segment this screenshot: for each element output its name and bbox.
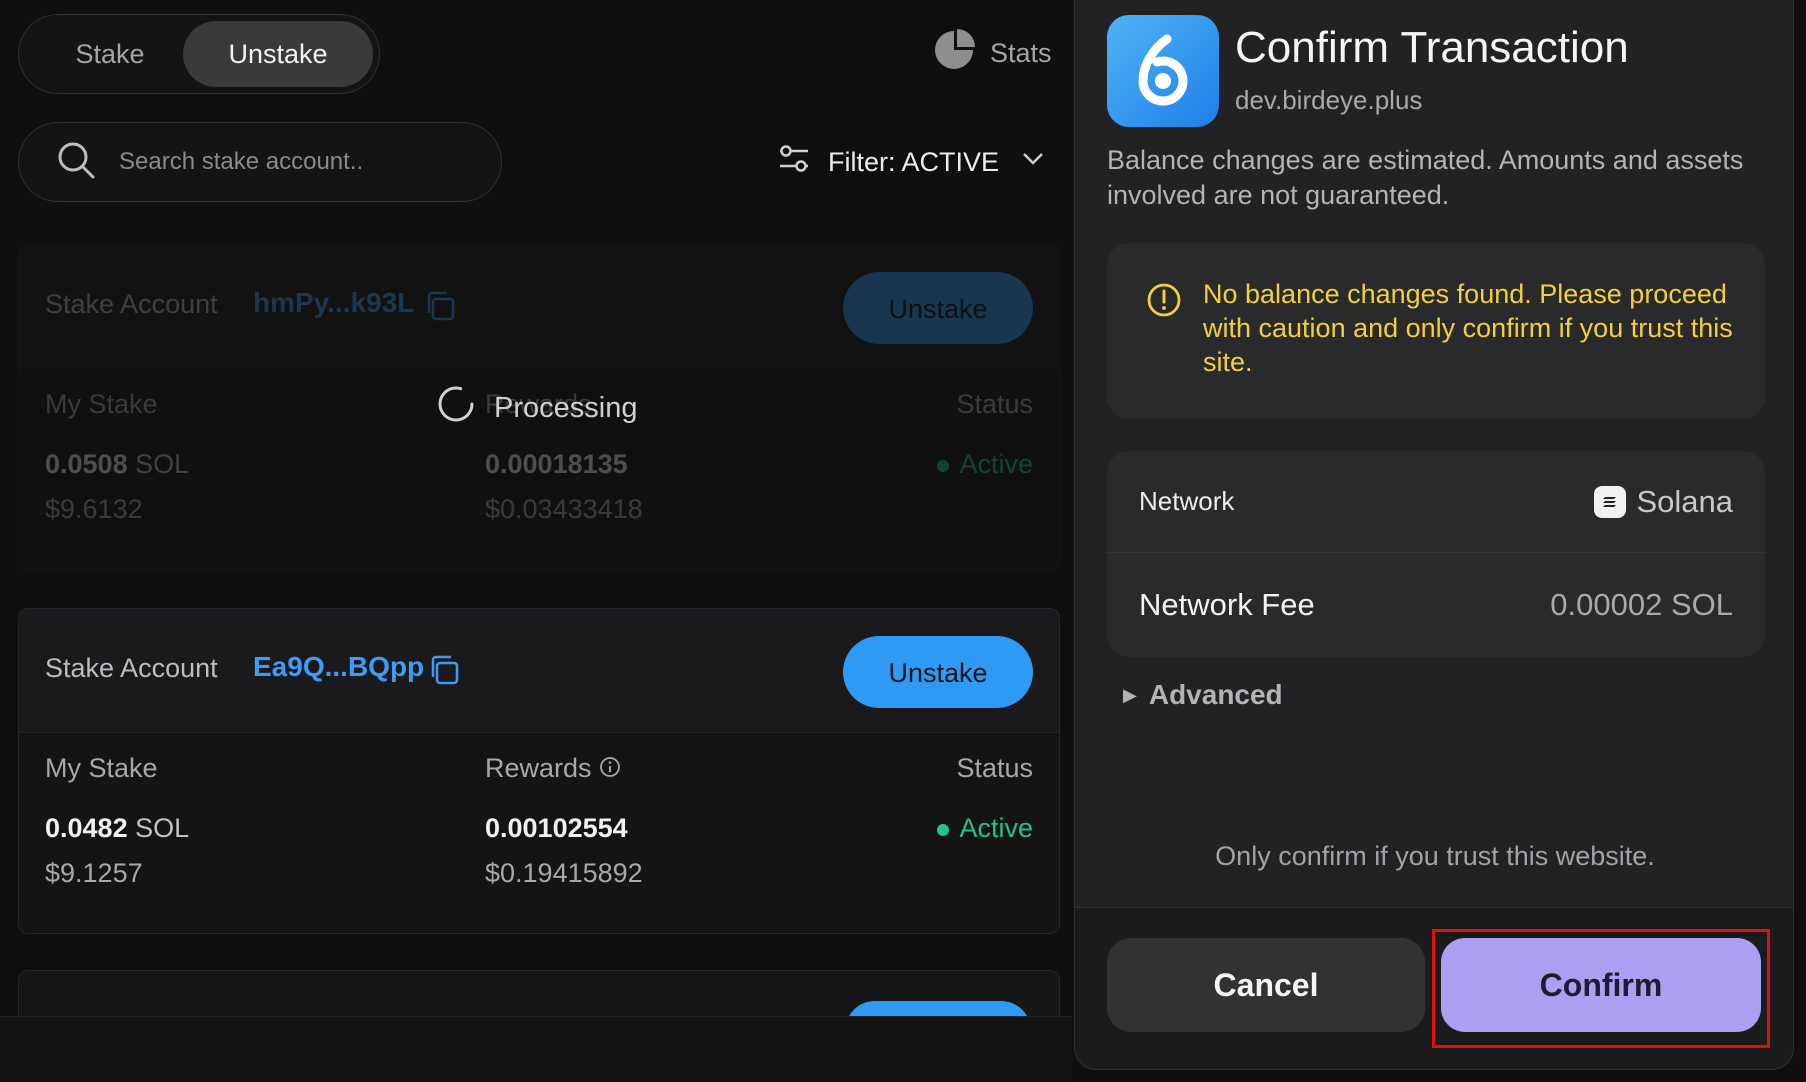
search-icon xyxy=(55,139,117,186)
modal-footer: Cancel Confirm xyxy=(1075,907,1793,1069)
filter-dropdown[interactable]: Filter: ACTIVE xyxy=(776,140,1051,184)
confirm-transaction-modal: Confirm Transaction dev.birdeye.plus Bal… xyxy=(1074,0,1794,1070)
my-stake-label: My Stake xyxy=(45,753,158,783)
network-fee-row: Network Fee 0.00002 SOL xyxy=(1107,553,1765,657)
my-stake-value: 0.0508 SOL xyxy=(45,449,190,479)
stats-label: Stats xyxy=(990,37,1052,68)
advanced-toggle[interactable]: ▶ Advanced xyxy=(1123,679,1283,711)
solana-icon xyxy=(1594,485,1627,518)
my-stake-column: My Stake 0.0482 SOL $9.1257 xyxy=(45,753,189,889)
modal-title: Confirm Transaction xyxy=(1235,23,1629,72)
my-stake-label: My Stake xyxy=(45,389,158,419)
card-body: My Stake 0.0482 SOL $9.1257 Rewards 0.00… xyxy=(19,733,1059,933)
status-badge: Active xyxy=(937,449,1033,480)
rewards-label: Rewards xyxy=(485,753,643,793)
my-stake-value: 0.0482 SOL xyxy=(45,813,190,843)
cancel-button[interactable]: Cancel xyxy=(1107,938,1425,1032)
copy-icon[interactable] xyxy=(423,289,457,323)
my-stake-usd: $9.6132 xyxy=(45,494,143,524)
warning-box: No balance changes found. Please proceed… xyxy=(1107,243,1765,419)
warning-text: No balance changes found. Please proceed… xyxy=(1203,279,1733,377)
stake-account-address[interactable]: hmPy...k93L xyxy=(253,287,414,319)
staking-panel: Stake Unstake Stats Filter: ACTIVE Stake… xyxy=(0,0,1072,1082)
unstake-button[interactable]: Unstake xyxy=(843,636,1033,708)
processing-label: Processing xyxy=(494,391,638,424)
trust-note: Only confirm if you trust this website. xyxy=(1215,841,1655,871)
spinner-icon xyxy=(436,384,476,432)
site-origin: dev.birdeye.plus xyxy=(1235,85,1423,115)
my-stake-column: My Stake 0.0508 SOL $9.6132 xyxy=(45,389,189,525)
chevron-down-icon xyxy=(1015,141,1051,184)
status-column: Status Active xyxy=(937,389,1033,480)
status-label: Status xyxy=(956,753,1033,783)
confirm-button[interactable]: Confirm xyxy=(1441,938,1761,1032)
network-fee-value: 0.00002 SOL xyxy=(1550,587,1733,622)
processing-indicator: Processing xyxy=(436,384,637,432)
info-icon[interactable] xyxy=(599,754,621,785)
stake-account-address[interactable]: Ea9Q...BQpp xyxy=(253,651,424,683)
stake-account-card: Stake Account Ea9Q...BQpp Unstake My Sta… xyxy=(18,608,1060,934)
status-label: Status xyxy=(956,389,1033,419)
stake-unstake-toggle: Stake Unstake xyxy=(18,14,380,94)
pie-chart-icon xyxy=(932,28,976,79)
filter-label: Filter: ACTIVE xyxy=(828,146,1000,177)
tab-stake[interactable]: Stake xyxy=(33,21,187,87)
rewards-value: 0.00018135 xyxy=(485,449,628,479)
card-header: Stake Account Ea9Q...BQpp Unstake xyxy=(19,609,1059,733)
status-column: Status Active xyxy=(937,753,1033,844)
tab-unstake[interactable]: Unstake xyxy=(183,21,373,87)
rewards-usd: $0.19415892 xyxy=(485,858,643,888)
unstake-button[interactable]: Unstake xyxy=(843,272,1033,344)
balance-disclaimer: Balance changes are estimated. Amounts a… xyxy=(1107,145,1744,210)
network-fee-label: Network Fee xyxy=(1139,587,1315,622)
rewards-column: Rewards 0.00102554 $0.19415892 xyxy=(485,753,643,889)
network-row: Network Solana xyxy=(1107,451,1765,553)
search-bar xyxy=(18,122,502,202)
network-details: Network Solana Network Fee 0.00002 SOL xyxy=(1107,451,1765,657)
rewards-value: 0.00102554 xyxy=(485,813,628,843)
network-label: Network xyxy=(1139,486,1235,516)
search-input[interactable] xyxy=(117,147,501,177)
triangle-right-icon: ▶ xyxy=(1123,684,1137,705)
stake-account-label: Stake Account xyxy=(45,653,218,683)
advanced-label: Advanced xyxy=(1148,679,1283,710)
card-header: Stake Account hmPy...k93L Unstake xyxy=(19,245,1059,369)
app-logo-icon xyxy=(1107,15,1219,127)
filter-sliders-icon xyxy=(776,141,812,184)
status-badge: Active xyxy=(937,813,1033,844)
stake-account-label: Stake Account xyxy=(45,289,218,319)
copy-icon[interactable] xyxy=(427,653,461,687)
network-value: Solana xyxy=(1594,484,1733,520)
my-stake-usd: $9.1257 xyxy=(45,858,143,888)
stats-link[interactable]: Stats xyxy=(932,28,1052,79)
bottom-strip xyxy=(0,1016,1072,1082)
rewards-usd: $0.03433418 xyxy=(485,494,643,524)
